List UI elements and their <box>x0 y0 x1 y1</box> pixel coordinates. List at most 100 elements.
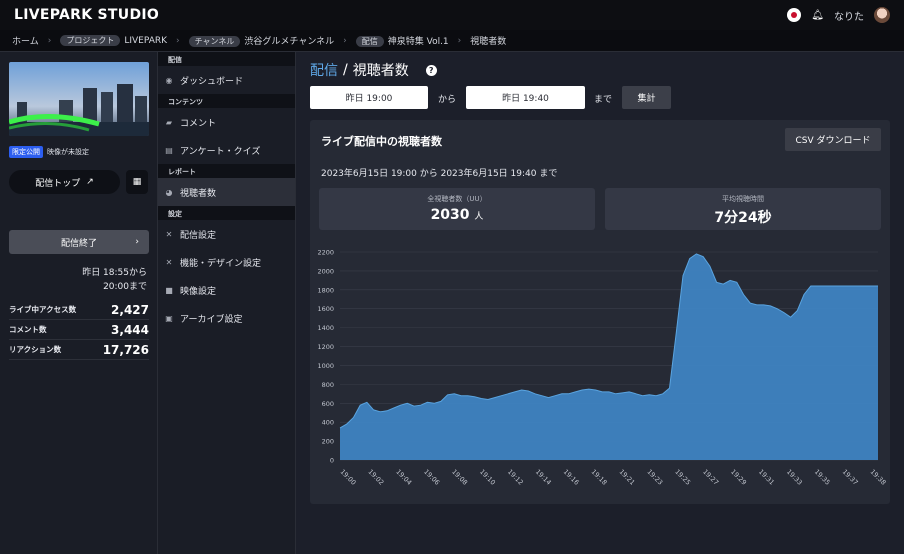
comment-icon: ▰ <box>165 117 173 127</box>
y-tick-label: 1400 <box>317 324 334 332</box>
x-tick-label: 19:02 <box>366 468 385 487</box>
project-name: LIVEPARK <box>124 36 168 46</box>
breadcrumb-stream[interactable]: 配信 神泉特集 Vol.1 <box>355 34 449 47</box>
from-datetime-input[interactable]: 昨日 19:00 <box>310 86 428 109</box>
stat-value: 17,726 <box>102 342 149 357</box>
x-tick-label: 19:08 <box>450 468 469 487</box>
kpi-avg-watch-time: 平均視聴時間 7分24秒 <box>605 188 881 230</box>
x-tick-label: 19:37 <box>841 468 860 487</box>
kpi-unique-viewers: 全視聴者数（UU） 2030 人 <box>319 188 595 230</box>
nav-section-settings: 設定 <box>158 206 295 220</box>
language-flag-icon[interactable] <box>787 8 802 22</box>
stream-badges: 限定公開 映像が未設定 <box>9 146 89 158</box>
nav-item-survey[interactable]: ▤ アンケート・クイズ <box>158 136 295 164</box>
archive-icon: ▣ <box>165 313 173 323</box>
y-tick-label: 1200 <box>317 343 334 351</box>
kpi-value: 7分24秒 <box>714 210 772 226</box>
y-tick-label: 2200 <box>317 249 334 257</box>
from-label: から <box>438 95 457 105</box>
x-tick-label: 19:31 <box>757 468 776 487</box>
bell-icon[interactable]: 🔔︎ <box>811 10 824 21</box>
avatar[interactable] <box>874 7 890 23</box>
breadcrumb-home[interactable]: ホーム <box>12 34 39 47</box>
stream-stats: ライブ中アクセス数 2,427 コメント数 3,444 リアクション数 17,726 <box>9 300 149 360</box>
nav-item-viewers[interactable]: ◕ 視聴者数 <box>158 178 295 206</box>
title-text: 視聴者数 <box>352 63 409 79</box>
x-tick-label: 19:38 <box>869 468 888 487</box>
nav-item-design-settings[interactable]: ✕ 機能・デザイン設定 <box>158 248 295 276</box>
stream-top-label: 配信トップ <box>35 178 81 189</box>
nav-item-dashboard[interactable]: ◉ ダッシュボード <box>158 66 295 94</box>
app-logo[interactable]: LIVEPARK STUDIO <box>14 7 159 23</box>
y-tick-label: 0 <box>330 457 334 465</box>
breadcrumb: ホーム › プロジェクト LIVEPARK › チャンネル 渋谷グルメチャンネル ›… <box>0 30 904 52</box>
title-section-link[interactable]: 配信 <box>310 60 338 80</box>
external-link-icon: ↗ <box>86 177 94 187</box>
stream-tag: 配信 <box>355 36 384 47</box>
period-end: 20:00まで <box>103 282 147 292</box>
kpi-label: 全視聴者数（UU） <box>427 195 487 203</box>
x-tick-label: 19:18 <box>590 468 609 487</box>
x-tick-label: 19:27 <box>701 468 720 487</box>
breadcrumb-current: 視聴者数 <box>470 37 507 47</box>
video-camera-icon: ■ <box>165 285 173 295</box>
channel-name: 渋谷グルメチャンネル <box>244 37 335 47</box>
end-stream-label: 配信終了 <box>60 238 97 249</box>
y-tick-label: 2000 <box>317 267 334 275</box>
nav-item-comment[interactable]: ▰ コメント <box>158 108 295 136</box>
breadcrumb-project[interactable]: プロジェクト LIVEPARK <box>60 35 167 46</box>
card-title: ライブ配信中の視聴者数 <box>321 135 442 148</box>
stat-label: コメント数 <box>9 325 47 334</box>
kpi-unit: 人 <box>474 212 484 222</box>
video-status-badge: 映像が未設定 <box>47 148 89 156</box>
nav-label: アンケート・クイズ <box>180 146 261 157</box>
x-tick-label: 19:25 <box>673 468 692 487</box>
grid-icon: ▦ <box>132 177 142 187</box>
stream-top-button[interactable]: 配信トップ ↗ <box>9 170 120 194</box>
top-bar: LIVEPARK STUDIO 🔔︎ なりた <box>0 0 904 30</box>
y-tick-label: 600 <box>322 400 334 408</box>
stream-period: 昨日 18:55から 20:00まで <box>82 266 147 294</box>
project-tag: プロジェクト <box>60 35 121 46</box>
x-tick-label: 19:04 <box>394 468 413 487</box>
nav-label: ダッシュボード <box>180 76 244 87</box>
csv-download-button[interactable]: CSV ダウンロード <box>785 128 881 151</box>
stat-label: リアクション数 <box>9 345 62 354</box>
stream-thumbnail <box>9 62 149 136</box>
aggregate-button[interactable]: 集計 <box>622 86 671 109</box>
nav-label: 配信設定 <box>180 230 217 241</box>
nav-item-archive-settings[interactable]: ▣ アーカイブ設定 <box>158 304 295 332</box>
x-tick-label: 19:14 <box>534 468 553 487</box>
breadcrumb-channel[interactable]: チャンネル 渋谷グルメチャンネル <box>188 34 335 47</box>
nav-label: 視聴者数 <box>180 188 217 199</box>
stat-value: 3,444 <box>111 322 149 337</box>
viewers-icon: ◕ <box>165 187 173 197</box>
chevron-right-icon: › <box>176 35 180 46</box>
kpi-value: 2030 人 <box>319 207 595 223</box>
qr-grid-button[interactable]: ▦ <box>126 170 148 194</box>
stat-access: ライブ中アクセス数 2,427 <box>9 300 149 320</box>
nav-label: 機能・デザイン設定 <box>180 258 262 269</box>
help-icon[interactable]: ? <box>425 64 437 76</box>
chevron-right-icon: › <box>457 35 462 46</box>
end-stream-button[interactable]: 配信終了 › <box>9 230 149 254</box>
y-tick-label: 200 <box>322 438 334 446</box>
side-nav: 配信 ◉ ダッシュボード コンテンツ ▰ コメント ▤ アンケート・クイズ レポート … <box>158 52 296 554</box>
nav-section-contents: コンテンツ <box>158 94 295 108</box>
stat-reactions: リアクション数 17,726 <box>9 340 149 360</box>
x-tick-label: 19:16 <box>562 468 581 487</box>
to-datetime-input[interactable]: 昨日 19:40 <box>466 86 585 109</box>
x-tick-label: 19:35 <box>813 468 832 487</box>
channel-tag: チャンネル <box>188 36 241 47</box>
kpi-label: 平均視聴時間 <box>722 195 764 203</box>
survey-icon: ▤ <box>165 145 173 155</box>
nav-item-stream-settings[interactable]: ✕ 配信設定 <box>158 220 295 248</box>
username[interactable]: なりた <box>834 8 864 23</box>
stat-comments: コメント数 3,444 <box>9 320 149 340</box>
stream-name: 神泉特集 Vol.1 <box>387 37 449 47</box>
x-tick-label: 19:21 <box>618 468 637 487</box>
y-tick-label: 1800 <box>317 286 334 294</box>
y-tick-label: 1600 <box>317 305 334 313</box>
main-content: 配信 / 視聴者数 ? 昨日 19:00 から 昨日 19:40 まで 集計 ラ… <box>297 52 904 554</box>
nav-item-video-settings[interactable]: ■ 映像設定 <box>158 276 295 304</box>
